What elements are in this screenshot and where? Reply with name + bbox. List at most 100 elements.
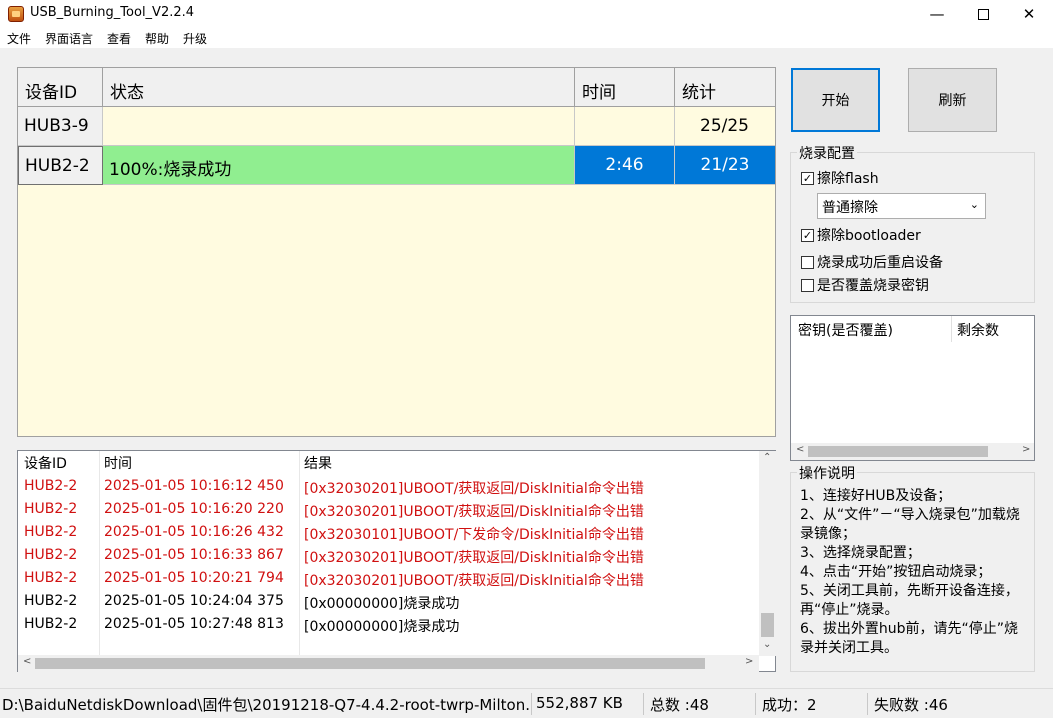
reboot-after-checkbox[interactable]: 烧录成功后重启设备 — [801, 252, 943, 272]
status-bar: D:\BaiduNetdiskDownload\固件包\20191218-Q7-… — [0, 688, 1053, 718]
log-device-id: HUB2-2 — [24, 570, 78, 586]
log-result: [0x32030201]UBOOT/获取返回/DiskInitial命令出错 — [304, 573, 644, 589]
log-time: 2025-01-05 10:20:21 794 — [104, 570, 284, 586]
erase-mode-value: 普通擦除 — [822, 200, 878, 216]
key-header-remaining[interactable]: 剩余数 — [953, 316, 1035, 342]
key-list[interactable]: 密钥(是否覆盖) 剩余数 < > — [790, 315, 1035, 461]
scroll-right-icon[interactable]: > — [1022, 444, 1030, 455]
log-result: [0x32030201]UBOOT/获取返回/DiskInitial命令出错 — [304, 550, 644, 566]
scroll-up-icon[interactable]: ⌃ — [763, 452, 771, 463]
divider — [531, 693, 532, 715]
log-time: 2025-01-05 10:24:04 375 — [104, 593, 284, 609]
log-row[interactable]: HUB2-2 2025-01-05 10:16:20 220 [0x320302… — [18, 498, 758, 521]
menu-bar: 文件 界面语言 查看 帮助 升级 — [0, 28, 1053, 48]
maximize-button[interactable] — [960, 0, 1006, 28]
log-vscrollbar[interactable]: ⌃ ⌄ — [759, 451, 776, 656]
close-button[interactable]: ✕ — [1006, 0, 1052, 28]
chevron-down-icon: ⌄ — [969, 198, 979, 211]
divider — [867, 693, 868, 715]
log-hscrollbar[interactable]: < > — [18, 655, 759, 672]
log-time: 2025-01-05 10:16:20 220 — [104, 501, 284, 517]
log-table[interactable]: 设备ID 时间 结果 HUB2-2 2025-01-05 10:16:12 45… — [17, 450, 776, 672]
header-device-id[interactable]: 设备ID — [18, 68, 103, 107]
log-device-id: HUB2-2 — [24, 501, 78, 517]
device-row-id[interactable]: HUB3-9 — [18, 107, 103, 146]
checkbox-checked-icon: ✓ — [801, 228, 814, 242]
key-header-key[interactable]: 密钥(是否覆盖) — [791, 316, 952, 342]
device-row-id[interactable]: HUB2-2 — [18, 146, 103, 185]
log-device-id: HUB2-2 — [24, 616, 78, 632]
divider — [643, 693, 644, 715]
start-button[interactable]: 开始 — [791, 68, 880, 132]
log-result: [0x32030201]UBOOT/获取返回/DiskInitial命令出错 — [304, 504, 644, 520]
status-fail: 失败数 :46 — [874, 696, 948, 714]
status-success: 成功：2 — [762, 696, 817, 714]
log-row[interactable]: HUB2-2 2025-01-05 10:20:21 794 [0x320302… — [18, 567, 758, 590]
menu-upgrade[interactable]: 升级 — [183, 30, 207, 47]
device-row-stat: 21/23 — [675, 146, 775, 185]
menu-language[interactable]: 界面语言 — [45, 30, 93, 47]
header-stat[interactable]: 统计 — [675, 68, 775, 107]
log-row[interactable]: HUB2-2 2025-01-05 10:24:04 375 [0x000000… — [18, 590, 758, 613]
title-bar: USB_Burning_Tool_V2.2.4 — ✕ — [0, 0, 1053, 28]
log-row[interactable]: HUB2-2 2025-01-05 10:16:26 432 [0x320301… — [18, 521, 758, 544]
log-row[interactable]: HUB2-2 2025-01-05 10:27:48 813 [0x000000… — [18, 613, 758, 636]
log-row[interactable]: HUB2-2 2025-01-05 10:16:33 867 [0x320302… — [18, 544, 758, 567]
log-device-id: HUB2-2 — [24, 593, 78, 609]
status-total: 总数 :48 — [650, 696, 709, 714]
log-header-time[interactable]: 时间 — [104, 453, 132, 473]
reboot-after-label: 烧录成功后重启设备 — [817, 255, 943, 271]
window-title: USB_Burning_Tool_V2.2.4 — [30, 5, 195, 20]
overwrite-key-checkbox[interactable]: 是否覆盖烧录密钥 — [801, 275, 929, 295]
key-list-hscrollbar[interactable]: < > — [791, 443, 1034, 460]
scroll-right-icon[interactable]: > — [745, 656, 753, 667]
log-result: [0x32030101]UBOOT/下发命令/DiskInitial命令出错 — [304, 527, 644, 543]
log-result: [0x00000000]烧录成功 — [304, 596, 460, 612]
instructions-text: 1、连接好HUB及设备； 2、从“文件”－“导入烧录包”加载烧录镜像； 3、选择… — [800, 488, 1020, 656]
status-path: D:\BaiduNetdiskDownload\固件包\20191218-Q7-… — [2, 696, 530, 714]
log-header-device-id[interactable]: 设备ID — [24, 453, 67, 473]
burn-config-legend: 烧录配置 — [797, 143, 857, 163]
log-row[interactable]: HUB2-2 2025-01-05 10:16:12 450 [0x320302… — [18, 475, 758, 498]
header-time[interactable]: 时间 — [575, 68, 675, 107]
menu-help[interactable]: 帮助 — [145, 30, 169, 47]
checkbox-checked-icon: ✓ — [801, 171, 814, 185]
erase-mode-select[interactable]: 普通擦除 ⌄ — [817, 193, 986, 219]
status-size: 552,887 KB — [536, 694, 623, 712]
device-row-time — [575, 107, 675, 146]
checkbox-unchecked-icon — [801, 255, 814, 269]
log-time: 2025-01-05 10:16:12 450 — [104, 478, 284, 494]
log-time: 2025-01-05 10:16:33 867 — [104, 547, 284, 563]
refresh-button[interactable]: 刷新 — [908, 68, 997, 132]
header-status[interactable]: 状态 — [103, 68, 575, 107]
device-table[interactable]: 设备ID 状态 时间 统计 HUB3-9 25/25 HUB2-2 100%:烧… — [17, 67, 776, 437]
scroll-down-icon[interactable]: ⌄ — [763, 639, 771, 650]
erase-flash-checkbox[interactable]: ✓ 擦除flash — [801, 168, 879, 188]
log-device-id: HUB2-2 — [24, 547, 78, 563]
erase-flash-label: 擦除flash — [817, 171, 879, 187]
device-row-time: 2:46 — [575, 146, 675, 185]
menu-view[interactable]: 查看 — [107, 30, 131, 47]
log-time: 2025-01-05 10:16:26 432 — [104, 524, 284, 540]
scroll-left-icon[interactable]: < — [23, 656, 31, 667]
scroll-thumb[interactable] — [808, 446, 988, 457]
scroll-thumb[interactable] — [35, 658, 705, 669]
instructions-legend: 操作说明 — [797, 463, 857, 483]
log-result: [0x32030201]UBOOT/获取返回/DiskInitial命令出错 — [304, 481, 644, 497]
log-time: 2025-01-05 10:27:48 813 — [104, 616, 284, 632]
divider — [755, 693, 756, 715]
menu-file[interactable]: 文件 — [7, 30, 31, 47]
scroll-thumb[interactable] — [761, 613, 774, 637]
maximize-icon — [977, 8, 989, 20]
device-row-status: 100%:烧录成功 — [103, 146, 575, 185]
device-row-status — [103, 107, 575, 146]
erase-bootloader-label: 擦除bootloader — [817, 228, 921, 244]
erase-bootloader-checkbox[interactable]: ✓ 擦除bootloader — [801, 225, 921, 245]
minimize-button[interactable]: — — [914, 0, 960, 28]
scroll-left-icon[interactable]: < — [796, 444, 804, 455]
device-row-stat: 25/25 — [675, 107, 775, 146]
log-device-id: HUB2-2 — [24, 524, 78, 540]
log-device-id: HUB2-2 — [24, 478, 78, 494]
log-header-result[interactable]: 结果 — [304, 453, 332, 473]
log-result: [0x00000000]烧录成功 — [304, 619, 460, 635]
